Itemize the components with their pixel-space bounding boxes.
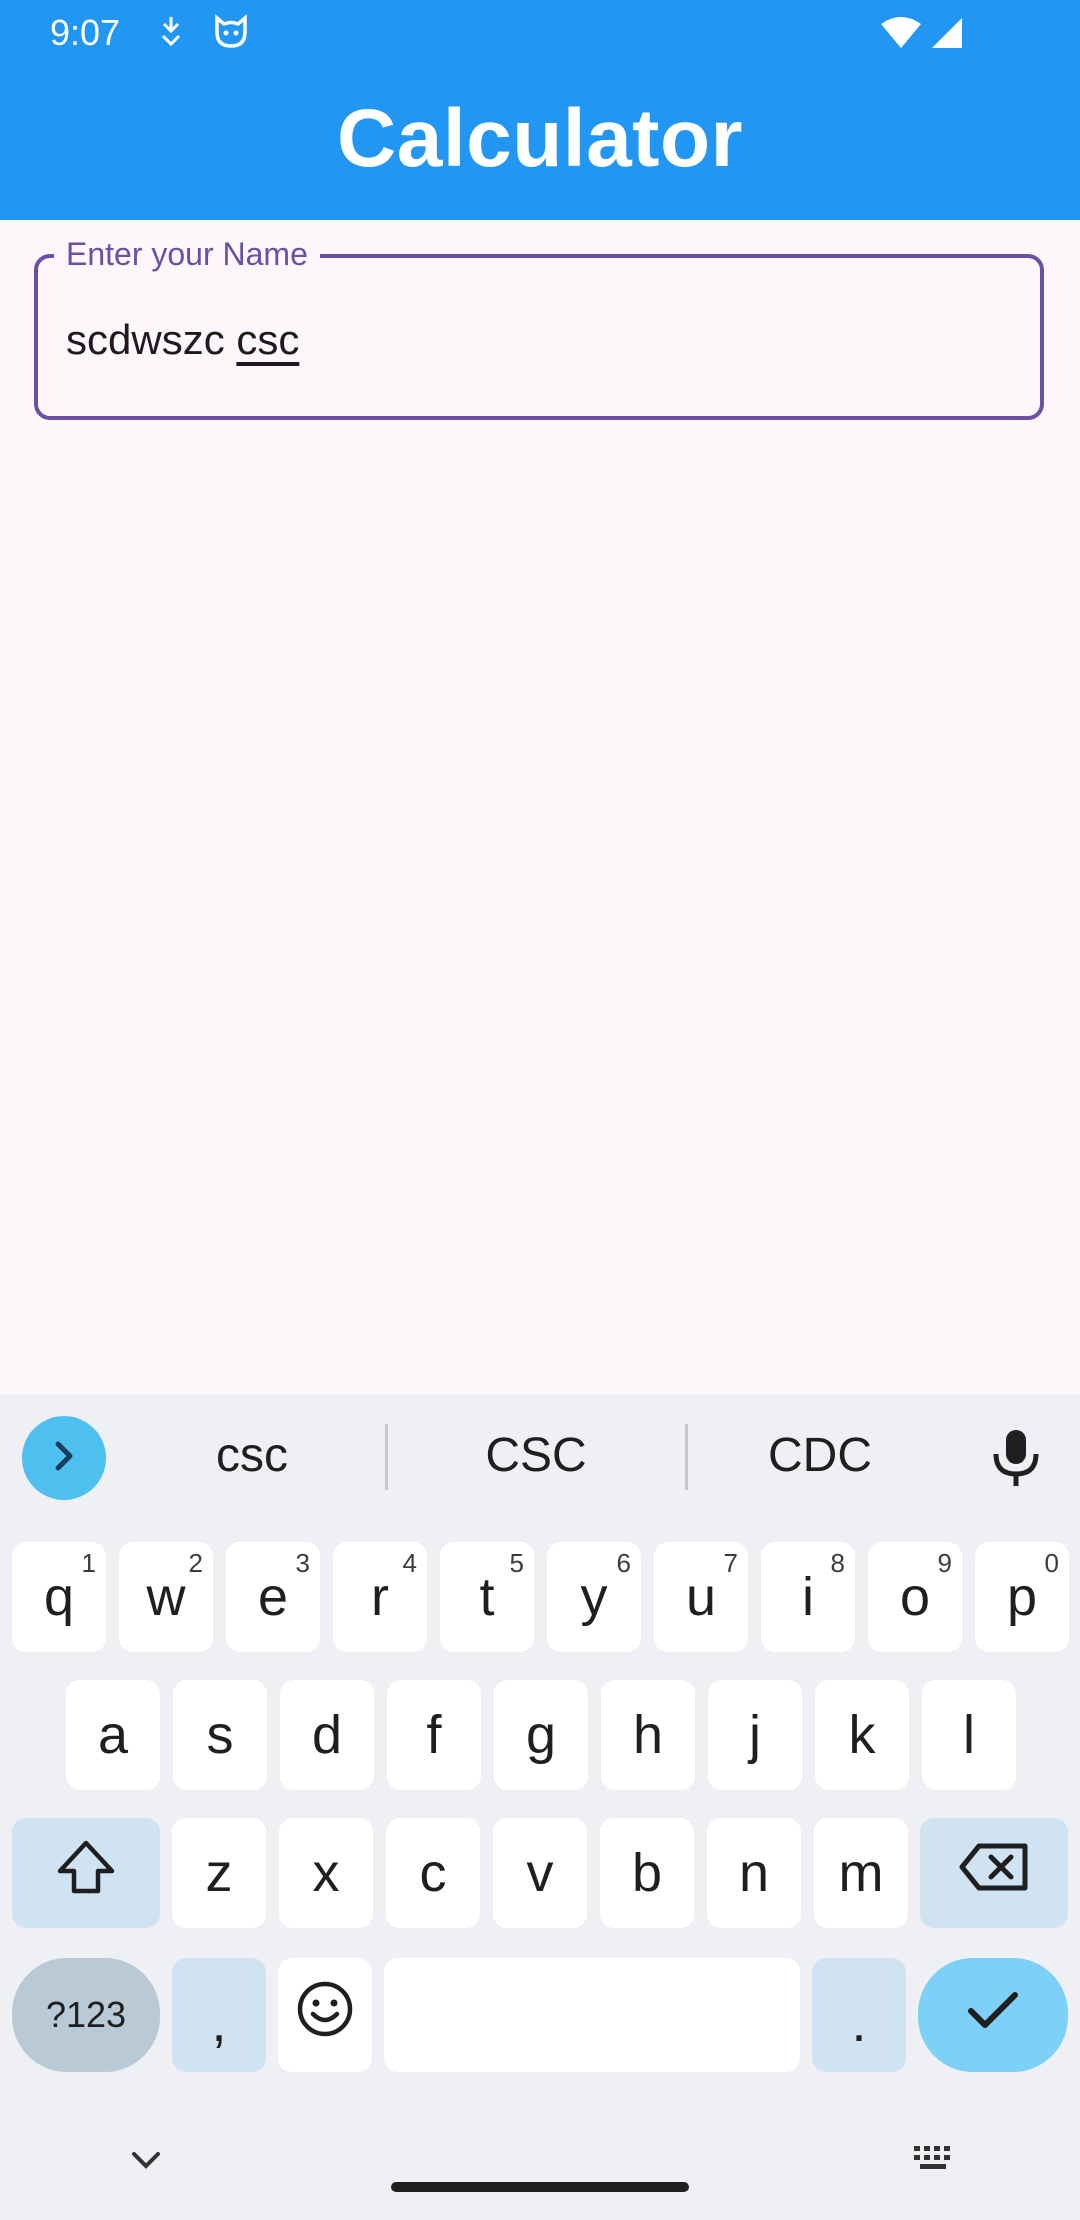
key-label: x (312, 1843, 340, 1903)
suggestion-1[interactable]: csc (112, 1428, 392, 1483)
key-hint: 6 (616, 1548, 631, 1578)
key-label: k (848, 1705, 876, 1765)
cat-app-notification-icon (212, 14, 250, 55)
suggestion-3[interactable]: CDC (680, 1428, 960, 1483)
key-label: i (802, 1567, 814, 1627)
key-label: u (685, 1567, 717, 1627)
key-e[interactable]: e3 (226, 1542, 320, 1652)
soft-keyboard: csc CSC CDC ?123 , . q 1 w 2 e 3 r 4 t 5… (0, 1394, 1080, 2220)
enter-key[interactable] (918, 1958, 1068, 2072)
app-title: Calculator (337, 93, 743, 184)
period-key[interactable]: . (812, 1958, 906, 2072)
key-r[interactable]: r4 (333, 1542, 427, 1652)
key-q[interactable]: q1 (12, 1542, 106, 1652)
key-x[interactable]: x (279, 1818, 373, 1928)
shift-icon (56, 1839, 116, 1908)
key-label: b (631, 1843, 663, 1903)
home-gesture-bar[interactable] (391, 2182, 689, 2192)
hide-keyboard-icon[interactable] (128, 2148, 164, 2177)
key-label: f (426, 1705, 442, 1765)
expand-suggestions-button[interactable] (22, 1416, 106, 1500)
key-label: h (632, 1705, 664, 1765)
key-label: t (479, 1567, 495, 1627)
cellular-signal-icon (928, 16, 964, 55)
key-t[interactable]: t5 (440, 1542, 534, 1652)
space-key[interactable] (384, 1958, 800, 2072)
key-label: n (738, 1843, 770, 1903)
key-label: z (205, 1843, 233, 1903)
microphone-icon[interactable] (988, 1426, 1044, 1495)
key-label: c (419, 1843, 447, 1903)
status-time: 9:07 (50, 12, 121, 53)
key-label: s (206, 1705, 234, 1765)
key-h[interactable]: h (601, 1680, 695, 1790)
name-input-value[interactable]: scdwszc csc (66, 316, 299, 364)
app-bar: 9:07 Calculator (0, 0, 1080, 220)
key-z[interactable]: z (172, 1818, 266, 1928)
key-hint: 5 (509, 1548, 524, 1578)
key-k[interactable]: k (815, 1680, 909, 1790)
key-y[interactable]: y6 (547, 1542, 641, 1652)
key-label: m (838, 1843, 884, 1903)
suggestion-divider (385, 1424, 388, 1490)
key-label: l (963, 1705, 975, 1765)
key-label: d (311, 1705, 343, 1765)
keyboard-switch-icon[interactable] (912, 2144, 956, 2179)
emoji-icon (296, 1980, 354, 2051)
key-label: q (43, 1567, 75, 1627)
key-j[interactable]: j (708, 1680, 802, 1790)
key-hint: 8 (830, 1548, 845, 1578)
key-label: a (97, 1705, 129, 1765)
key-label: y (580, 1567, 608, 1627)
shift-key[interactable] (12, 1818, 160, 1928)
key-c[interactable]: c (386, 1818, 480, 1928)
expand-suggestions-icon (44, 1436, 84, 1481)
key-label: g (525, 1705, 557, 1765)
key-o[interactable]: o9 (868, 1542, 962, 1652)
key-u[interactable]: u7 (654, 1542, 748, 1652)
enter-check-icon (965, 1984, 1021, 2046)
key-i[interactable]: i8 (761, 1542, 855, 1652)
wifi-icon (880, 16, 922, 55)
key-hint: 3 (295, 1548, 310, 1578)
key-f[interactable]: f (387, 1680, 481, 1790)
key-label: v (526, 1843, 554, 1903)
key-label: o (899, 1567, 931, 1627)
key-hint: 2 (188, 1548, 203, 1578)
emoji-key[interactable] (278, 1958, 372, 2072)
name-input-composing-text: csc (236, 316, 300, 363)
download-notification-icon (158, 14, 184, 53)
key-w[interactable]: w2 (119, 1542, 213, 1652)
key-d[interactable]: d (280, 1680, 374, 1790)
key-a[interactable]: a (66, 1680, 160, 1790)
key-p[interactable]: p0 (975, 1542, 1069, 1652)
key-s[interactable]: s (173, 1680, 267, 1790)
key-v[interactable]: v (493, 1818, 587, 1928)
backspace-key[interactable] (920, 1818, 1068, 1928)
key-hint: 4 (402, 1548, 417, 1578)
suggestion-bar: csc CSC CDC (0, 1394, 1080, 1524)
suggestion-2[interactable]: CSC (396, 1428, 676, 1483)
key-hint: 9 (937, 1548, 952, 1578)
key-g[interactable]: g (494, 1680, 588, 1790)
comma-key[interactable]: , (172, 1958, 266, 2072)
key-hint: 7 (723, 1548, 738, 1578)
key-label: j (749, 1705, 761, 1765)
key-label: w (146, 1567, 186, 1627)
key-hint: 0 (1044, 1548, 1059, 1578)
key-l[interactable]: l (922, 1680, 1016, 1790)
key-b[interactable]: b (600, 1818, 694, 1928)
key-label: p (1006, 1567, 1038, 1627)
key-label: e (257, 1567, 289, 1627)
key-n[interactable]: n (707, 1818, 801, 1928)
backspace-icon (959, 1842, 1029, 1905)
key-hint: 1 (81, 1548, 96, 1578)
symbols-key[interactable]: ?123 (12, 1958, 160, 2072)
key-label: r (371, 1567, 389, 1627)
key-m[interactable]: m (814, 1818, 908, 1928)
name-input-label: Enter your Name (54, 234, 320, 274)
name-input-typed-text: scdwszc (66, 316, 237, 363)
